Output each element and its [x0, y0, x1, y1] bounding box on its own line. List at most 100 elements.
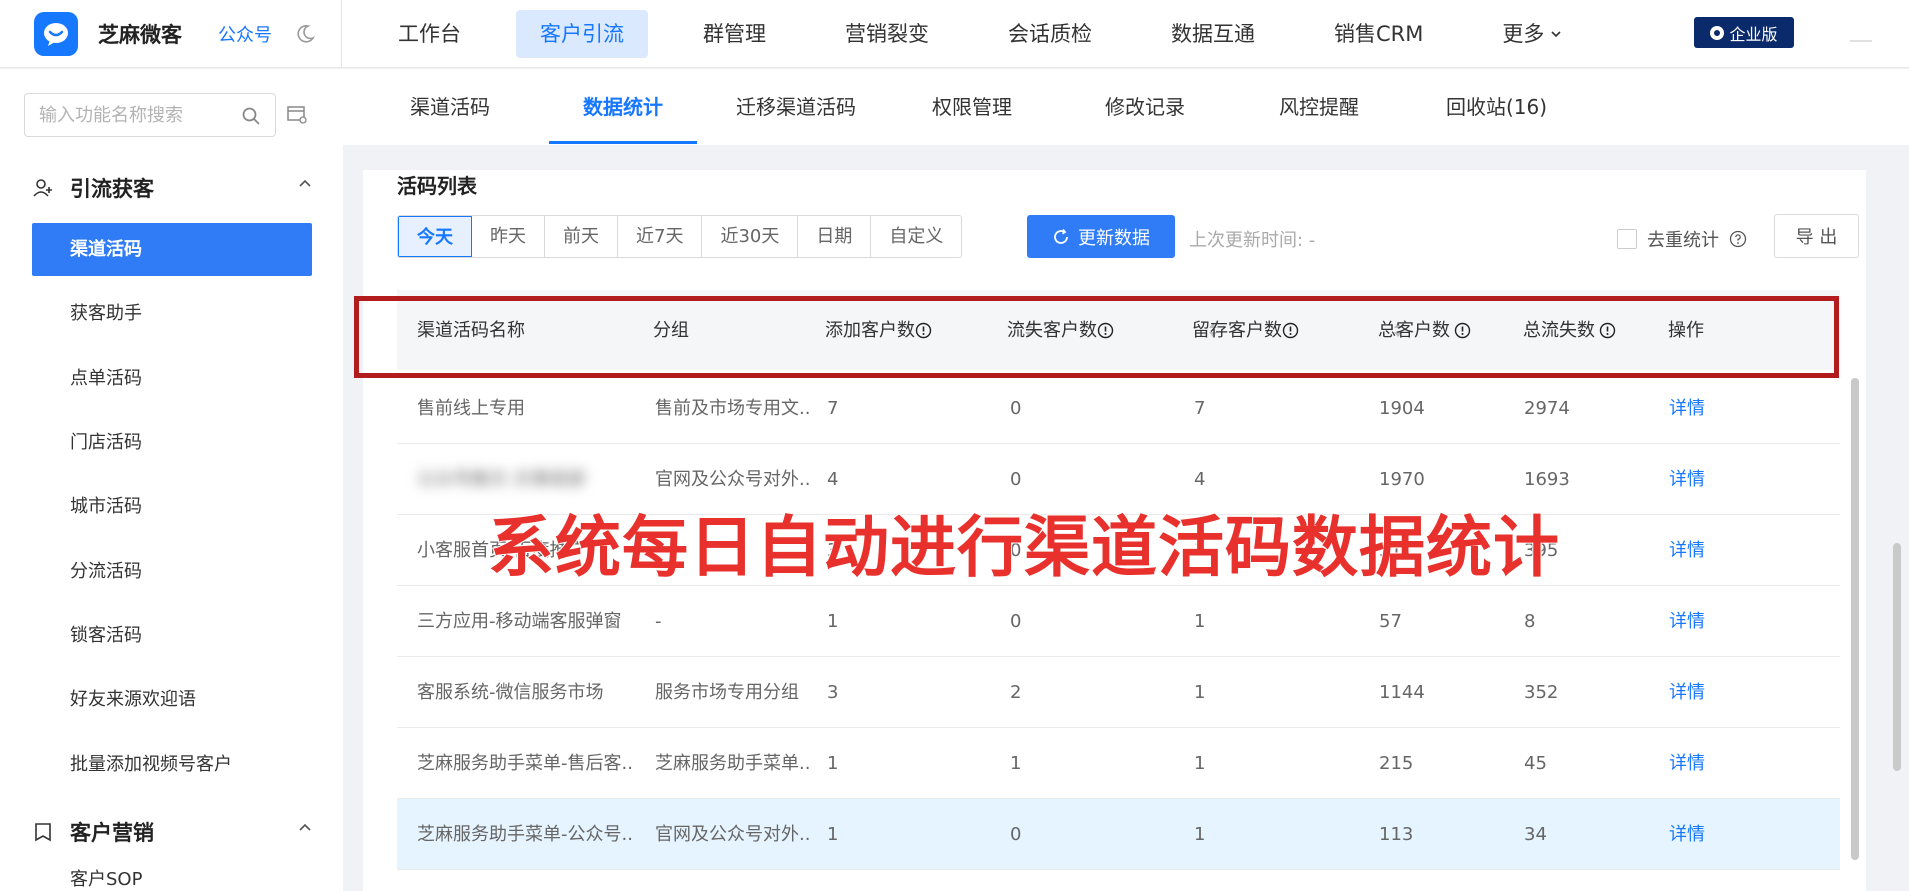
tab-recycle-bin[interactable]: 回收站(16)	[1446, 69, 1547, 145]
tab-change-log[interactable]: 修改记录	[1105, 69, 1185, 145]
table-row: 三方应用-移动端客服弹窗 - 1 0 1 57 8 详情	[397, 586, 1840, 657]
col-added[interactable]: 添加客户数	[825, 290, 935, 370]
info-icon[interactable]	[915, 322, 932, 339]
detail-link[interactable]: 详情	[1669, 657, 1705, 728]
sidebar: 引流获客 渠道活码 获客助手 点单活码 门店活码 城市活码 分流活码 锁客活码 …	[0, 69, 343, 891]
sidebar-group-label: 引流获客	[70, 177, 154, 201]
tab-risk-alert[interactable]: 风控提醒	[1279, 69, 1359, 145]
cell-total-lost: 2974	[1524, 398, 1570, 419]
sidebar-item-acquisition-assistant[interactable]: 获客助手	[32, 287, 312, 340]
enterprise-label: 企业版	[1729, 24, 1778, 44]
search-icon[interactable]	[241, 106, 261, 126]
refresh-data-button[interactable]: 更新数据	[1027, 215, 1175, 258]
col-lost[interactable]: 流失客户数	[1007, 290, 1117, 370]
tab-data-stats[interactable]: 数据统计	[583, 69, 663, 145]
dedupe-label: 去重统计	[1647, 230, 1719, 251]
nav-session-qc[interactable]: 会话质检	[984, 10, 1116, 58]
sidebar-item-lock-code[interactable]: 锁客活码	[32, 609, 312, 662]
filter-7-days[interactable]: 近7天	[618, 216, 703, 257]
calendar-settings-icon[interactable]	[286, 103, 308, 125]
nav-data-sync[interactable]: 数据互通	[1147, 10, 1279, 58]
dedupe-toggle[interactable]: 去重统计	[1617, 226, 1747, 252]
nav-marketing-fission[interactable]: 营销裂变	[821, 10, 953, 58]
col-total: 总客户数	[1378, 290, 1471, 370]
cell-lost: 2	[1010, 682, 1022, 703]
detail-link[interactable]: 详情	[1669, 586, 1705, 657]
cell-group: 售前及市场专用文..	[655, 398, 811, 419]
cell-retained: 7	[1194, 398, 1206, 419]
filter-30-days[interactable]: 近30天	[702, 216, 799, 257]
brand-area: 芝麻微客 公众号	[0, 0, 342, 68]
sidebar-item-split-code[interactable]: 分流活码	[32, 545, 312, 598]
table-row: 芝麻服务助手菜单-售后客.. 芝麻服务助手菜单.. 1 1 1 215 45 详…	[397, 728, 1840, 799]
sidebar-item-order-code[interactable]: 点单活码	[32, 352, 312, 405]
overlay-caption: 系统每日自动进行渠道活码数据统计	[487, 508, 1560, 587]
cell-name: 三方应用-移动端客服弹窗	[417, 611, 622, 632]
enterprise-badge[interactable]: 企业版	[1694, 17, 1794, 48]
cell-group: 官网及公众号对外..	[655, 824, 811, 845]
nav-sales-crm[interactable]: 销售CRM	[1310, 10, 1447, 58]
info-icon[interactable]	[1454, 322, 1471, 339]
sidebar-item-customer-sop[interactable]: 客户SOP	[32, 869, 312, 891]
chevron-up-icon	[299, 179, 311, 187]
chevron-up-icon	[299, 823, 311, 831]
date-filter-group: 今天 昨天 前天 近7天 近30天 日期 自定义	[397, 215, 963, 258]
detail-link[interactable]: 详情	[1669, 444, 1705, 515]
cell-added: 1	[827, 753, 839, 774]
filter-yesterday[interactable]: 昨天	[472, 216, 545, 257]
cell-lost: 0	[1010, 824, 1022, 845]
nav-group-management[interactable]: 群管理	[679, 10, 790, 58]
cell-lost: 1	[1010, 753, 1022, 774]
cell-total-lost: 34	[1524, 824, 1547, 845]
tab-channel-code[interactable]: 渠道活码	[410, 69, 490, 145]
cell-added: 3	[827, 682, 839, 703]
sidebar-item-welcome-message[interactable]: 好友来源欢迎语	[32, 673, 312, 726]
cell-group: 服务市场专用分组	[655, 682, 799, 703]
nav-customer-acquisition[interactable]: 客户引流	[516, 9, 648, 58]
col-retained-label: 留存客户数	[1192, 319, 1282, 341]
cell-total-lost: 8	[1524, 611, 1536, 632]
info-icon[interactable]	[1097, 322, 1114, 339]
cell-added: 1	[827, 824, 839, 845]
sidebar-group-marketing[interactable]: 客户营销	[32, 817, 312, 847]
sidebar-item-store-code[interactable]: 门店活码	[32, 416, 312, 469]
table-row: 芝麻服务助手菜单-公众号.. 官网及公众号对外.. 1 0 1 113 34 详…	[397, 799, 1840, 870]
filter-day-before[interactable]: 前天	[545, 216, 618, 257]
enterprise-icon	[1710, 25, 1725, 40]
nav-more[interactable]: 更多	[1478, 10, 1586, 58]
detail-link[interactable]: 详情	[1669, 373, 1705, 444]
official-account-link[interactable]: 公众号	[218, 21, 272, 47]
nav-more-label: 更多	[1502, 21, 1545, 46]
filter-custom[interactable]: 自定义	[871, 216, 961, 257]
cell-total: 1904	[1379, 398, 1425, 419]
app-logo[interactable]	[34, 11, 78, 56]
table-header: 渠道活码名称 分组 添加客户数 流失客户数 留存客户数 总客户数 总流失数 操作	[397, 290, 1840, 370]
calendar-icon	[35, 823, 51, 842]
app-name: 芝麻微客	[98, 22, 182, 47]
export-button[interactable]: 导 出	[1774, 214, 1859, 258]
info-icon[interactable]	[1282, 322, 1299, 339]
detail-link[interactable]: 详情	[1669, 799, 1705, 870]
nav-workbench[interactable]: 工作台	[374, 10, 485, 58]
sidebar-group-acquisition[interactable]: 引流获客	[32, 173, 312, 203]
filter-today[interactable]: 今天	[398, 216, 472, 257]
tab-migrate-code[interactable]: 迁移渠道活码	[736, 69, 856, 145]
detail-link[interactable]: 详情	[1669, 515, 1705, 586]
help-icon[interactable]	[1729, 230, 1747, 248]
sidebar-item-city-code[interactable]: 城市活码	[32, 480, 312, 533]
detail-link[interactable]: 详情	[1669, 728, 1705, 799]
col-retained[interactable]: 留存客户数	[1192, 290, 1302, 370]
filter-date[interactable]: 日期	[798, 216, 872, 257]
dedupe-checkbox[interactable]	[1617, 229, 1637, 249]
col-total-lost: 总流失数	[1523, 290, 1616, 370]
cell-name: 售前线上专用	[417, 398, 525, 419]
dark-mode-icon[interactable]	[294, 23, 316, 45]
info-icon[interactable]	[1599, 322, 1616, 339]
chat-bubble-icon	[44, 22, 68, 46]
search-input[interactable]	[39, 104, 229, 126]
page-scrollbar[interactable]	[1893, 543, 1901, 771]
sidebar-item-channel-code[interactable]: 渠道活码	[32, 223, 312, 276]
tab-permissions[interactable]: 权限管理	[932, 69, 1012, 145]
sidebar-item-video-customers[interactable]: 批量添加视频号客户	[32, 738, 312, 791]
table-scrollbar[interactable]	[1851, 378, 1859, 860]
